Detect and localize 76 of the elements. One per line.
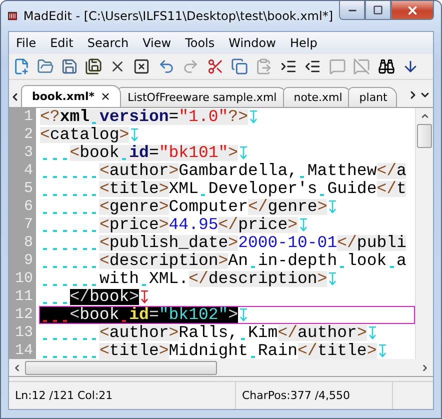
indent-icon[interactable] xyxy=(280,58,297,75)
outdent-icon[interactable] xyxy=(304,58,321,75)
line-number: 3 xyxy=(9,144,36,162)
scroll-right-icon[interactable] xyxy=(420,362,430,372)
close-icon xyxy=(406,4,419,16)
line-end-icon xyxy=(239,146,248,160)
scroll-left-icon[interactable] xyxy=(12,362,22,372)
line-number: 5 xyxy=(9,180,36,198)
line-end-icon xyxy=(368,326,377,340)
close-button[interactable] xyxy=(391,1,434,20)
line-end-icon xyxy=(239,308,248,322)
line-number: 8 xyxy=(9,234,36,252)
copy-icon[interactable] xyxy=(231,58,248,75)
code-line: <genre>Computer</genre> xyxy=(40,199,328,215)
code-line: <description>An in-depth look a xyxy=(40,253,406,269)
new-file-icon[interactable] xyxy=(13,58,30,75)
code-line: <publish_date>2000-10-01</publi xyxy=(40,235,406,251)
save-icon[interactable] xyxy=(61,58,78,75)
code-line: <price>44.95</price> xyxy=(40,217,298,233)
menu-item[interactable]: File xyxy=(9,33,44,53)
code-editor[interactable] xyxy=(9,108,415,359)
close-all-icon[interactable] xyxy=(133,58,150,75)
code-line: </book> xyxy=(40,289,140,305)
line-number: 7 xyxy=(9,216,36,234)
menu-item[interactable]: Window xyxy=(222,33,283,53)
code-line: <book id="bk102"> xyxy=(40,307,238,323)
menu-item[interactable]: Tools xyxy=(178,33,222,53)
line-number: 12 xyxy=(9,306,36,324)
code-line: <title>Midnight Rain</title> xyxy=(40,343,377,359)
line-number: 2 xyxy=(9,126,36,144)
menu-item[interactable]: View xyxy=(136,33,178,53)
char-position: CharPos:377 /4,550 xyxy=(236,382,393,409)
scroll-up-icon[interactable] xyxy=(420,111,430,121)
code-line: <book id="bk101"> xyxy=(40,145,238,161)
line-end-icon xyxy=(328,272,338,286)
code-line: <?xml version="1.0"?> xyxy=(40,109,248,125)
menu-item[interactable]: Edit xyxy=(43,33,80,53)
binoculars-icon[interactable] xyxy=(378,58,395,75)
code-line: with XML.</description> xyxy=(40,271,328,287)
maximize-icon xyxy=(373,5,383,15)
scroll-thumb[interactable] xyxy=(417,124,432,148)
line-end-icon xyxy=(328,200,338,214)
menu-item[interactable]: Search xyxy=(80,33,136,53)
line-end-icon xyxy=(130,128,140,142)
line-end-icon xyxy=(140,290,150,304)
line-number: 6 xyxy=(9,198,36,216)
save-all-icon[interactable] xyxy=(85,58,102,75)
maximize-button[interactable] xyxy=(365,1,391,20)
line-end-icon xyxy=(298,218,308,232)
close-tab-icon[interactable] xyxy=(100,91,111,102)
line-number: 10 xyxy=(9,270,36,288)
line-number: 4 xyxy=(9,162,36,180)
minimize-button[interactable] xyxy=(339,1,365,20)
line-end-icon xyxy=(248,110,258,124)
line-number: 14 xyxy=(9,342,36,359)
line-number: 1 xyxy=(9,108,36,126)
menu-item[interactable]: Help xyxy=(282,33,324,53)
horizontal-scrollbar[interactable] xyxy=(9,359,433,376)
window-title: MadEdit - [C:\Users\ILFS11\Desktop\test\book.xml*] xyxy=(23,9,333,23)
file-tab[interactable]: book.xml* xyxy=(21,85,121,107)
code-line: <author>Ralls, Kim</author> xyxy=(40,325,367,341)
line-end-icon xyxy=(378,344,387,358)
code-line: <catalog> xyxy=(40,127,130,143)
line-number: 13 xyxy=(9,324,36,342)
undo-icon[interactable] xyxy=(158,58,175,75)
line-number: 9 xyxy=(9,252,36,270)
code-line: <author>Gambardella, Matthew</a xyxy=(40,163,406,179)
scissors-icon[interactable] xyxy=(207,58,224,75)
line-number: 11 xyxy=(9,288,36,306)
vertical-scrollbar[interactable] xyxy=(415,108,433,359)
open-folder-icon[interactable] xyxy=(37,58,54,75)
file-tab[interactable]: plant xyxy=(348,87,398,107)
code-line: <title>XML Developer's Guide</t xyxy=(40,181,406,197)
down-arrow-icon[interactable] xyxy=(402,58,419,75)
scroll-thumb[interactable] xyxy=(25,360,217,374)
cursor-position: Ln:12 /121 Col:21 xyxy=(9,382,236,409)
